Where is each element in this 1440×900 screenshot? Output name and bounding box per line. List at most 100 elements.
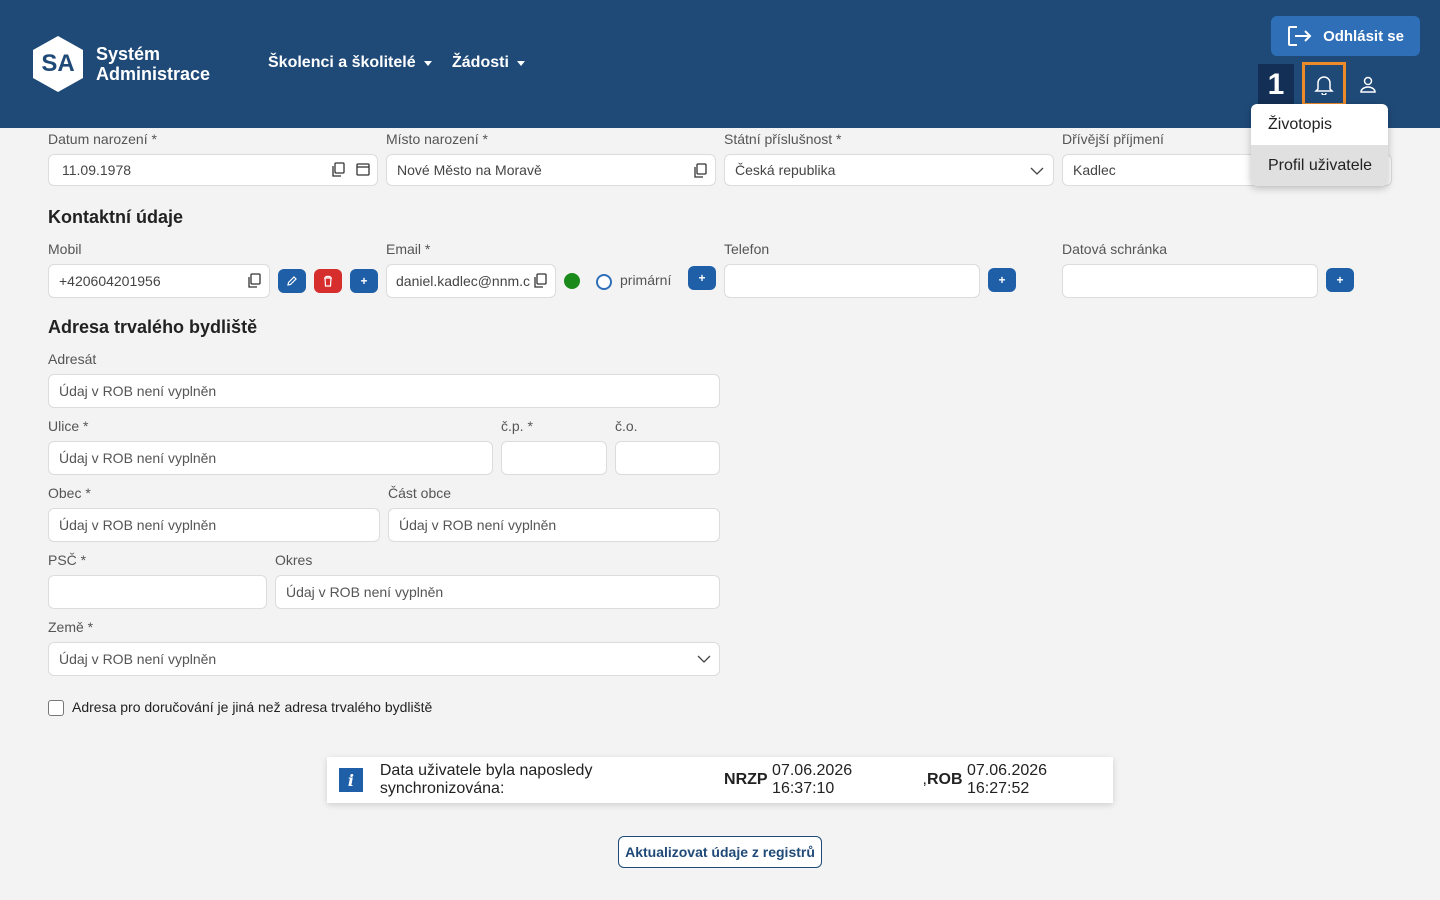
- citizenship-select[interactable]: Česká republika: [724, 154, 1054, 186]
- nav-requests-label: Žádosti: [452, 54, 509, 71]
- former-surname-value: Kadlec: [1073, 162, 1116, 178]
- app-logo[interactable]: SA: [33, 36, 83, 92]
- orientation-number-label: č.o.: [615, 418, 638, 434]
- address-section-title: Adresa trvalého bydliště: [48, 317, 258, 337]
- mobile-label: Mobil: [48, 241, 82, 257]
- addressee-placeholder: Údaj v ROB není vyplněn: [59, 383, 217, 399]
- chevron-down-icon: [1030, 167, 1044, 175]
- phone-field[interactable]: [724, 264, 980, 298]
- birth-place-field[interactable]: Nové Město na Moravě: [386, 154, 716, 186]
- city-part-placeholder: Údaj v ROB není vyplněn: [399, 517, 557, 533]
- primary-radio[interactable]: [596, 274, 612, 290]
- sync-rob-time: 07.06.2026 16:27:52: [966, 762, 1048, 797]
- plus-icon: +: [360, 274, 368, 288]
- menu-item-cv[interactable]: Životopis: [1251, 104, 1388, 145]
- country-placeholder: Údaj v ROB není vyplněn: [59, 651, 217, 667]
- sync-prefix: Data uživatele byla naposledy synchroniz…: [379, 762, 593, 797]
- district-field[interactable]: Údaj v ROB není vyplněn: [275, 575, 720, 609]
- phone-label: Telefon: [724, 241, 770, 257]
- birth-place-value: Nové Město na Moravě: [397, 162, 542, 178]
- birth-place-label: Místo narození *: [386, 131, 488, 147]
- city-field[interactable]: Údaj v ROB není vyplněn: [48, 508, 380, 542]
- zip-field[interactable]: [48, 575, 267, 609]
- info-icon: i: [339, 768, 363, 792]
- databox-label: Datová schránka: [1062, 241, 1168, 257]
- logout-label: Odhlásit se: [1323, 27, 1404, 45]
- bell-icon: [1314, 76, 1334, 95]
- sync-rob-label: ROB: [926, 771, 963, 788]
- country-label: Země *: [48, 619, 94, 635]
- notifications-button[interactable]: [1302, 62, 1346, 106]
- annotation-badge: 1: [1258, 64, 1294, 106]
- zip-label: PSČ *: [48, 552, 87, 568]
- nav-requests-menu[interactable]: Žádosti: [452, 54, 525, 72]
- copy-icon[interactable]: [247, 273, 261, 289]
- sync-nrzp-time: 07.06.2026 16:37:10: [772, 762, 853, 797]
- app-name-line2: Administrace: [96, 64, 211, 84]
- district-label: Okres: [275, 552, 313, 568]
- email-field[interactable]: daniel.kadlec@nnm.c: [386, 264, 556, 298]
- city-part-label: Část obce: [388, 485, 452, 501]
- caret-down-icon: [516, 60, 525, 66]
- mobile-field[interactable]: +420604201956: [48, 264, 270, 298]
- street-placeholder: Údaj v ROB není vyplněn: [59, 450, 217, 466]
- house-number-label: č.p. *: [501, 418, 533, 434]
- databox-field[interactable]: [1062, 264, 1318, 298]
- primary-label: primární: [620, 272, 672, 288]
- app-name: Systém Administrace: [96, 44, 210, 84]
- city-placeholder: Údaj v ROB není vyplněn: [59, 517, 217, 533]
- sync-info-box: i Data uživatele byla naposledy synchron…: [327, 757, 1113, 803]
- trash-icon: [324, 275, 332, 287]
- add-mobile-button[interactable]: +: [350, 269, 378, 293]
- nav-trainees-label: Školenci a školitelé: [268, 54, 416, 71]
- delete-mobile-button[interactable]: [314, 269, 342, 293]
- contact-section-title: Kontaktní údaje: [48, 207, 184, 227]
- nav-trainees-menu[interactable]: Školenci a školitelé: [268, 54, 432, 72]
- district-placeholder: Údaj v ROB není vyplněn: [286, 584, 444, 600]
- caret-down-icon: [423, 60, 432, 66]
- email-verified-status-dot: [564, 273, 580, 289]
- citizenship-value: Česká republika: [735, 162, 836, 178]
- user-menu-button[interactable]: [1356, 72, 1380, 96]
- country-select[interactable]: Údaj v ROB není vyplněn: [48, 642, 720, 676]
- street-label: Ulice *: [48, 418, 89, 434]
- email-value: daniel.kadlec@nnm.c: [396, 273, 531, 289]
- house-number-field[interactable]: [501, 441, 607, 475]
- birth-date-value: 11.09.1978: [62, 162, 132, 178]
- logo-abbr: SA: [41, 50, 75, 77]
- mobile-value: +420604201956: [59, 273, 161, 289]
- birth-date-label: Datum narození *: [48, 131, 157, 147]
- update-from-registers-button[interactable]: Aktualizovat údaje z registrů: [618, 836, 822, 868]
- orientation-number-field[interactable]: [615, 441, 720, 475]
- addressee-field[interactable]: Údaj v ROB není vyplněn: [48, 374, 720, 408]
- city-part-field[interactable]: Údaj v ROB není vyplněn: [388, 508, 720, 542]
- edit-mobile-button[interactable]: [278, 269, 306, 293]
- pencil-icon: [287, 276, 297, 286]
- plus-icon: +: [698, 271, 706, 285]
- add-phone-button[interactable]: +: [988, 268, 1016, 292]
- add-databox-button[interactable]: +: [1326, 268, 1354, 292]
- calendar-icon[interactable]: [356, 162, 370, 176]
- delivery-address-checkbox-label: Adresa pro doručování je jiná než adresa…: [72, 699, 433, 715]
- city-label: Obec *: [48, 485, 91, 501]
- email-label: Email *: [386, 241, 431, 257]
- chevron-down-icon: [697, 655, 711, 663]
- copy-icon[interactable]: [693, 163, 707, 179]
- street-field[interactable]: Údaj v ROB není vyplněn: [48, 441, 493, 475]
- plus-icon: +: [998, 273, 1006, 287]
- app-header: SA Systém Administrace Školenci a školit…: [0, 0, 1440, 128]
- former-surname-label: Dřívější příjmení: [1062, 131, 1164, 147]
- citizenship-label: Státní příslušnost *: [724, 131, 842, 147]
- add-email-button[interactable]: +: [688, 266, 716, 290]
- update-from-registers-label: Aktualizovat údaje z registrů: [625, 844, 815, 860]
- copy-icon[interactable]: [331, 162, 345, 178]
- delivery-address-checkbox[interactable]: [48, 700, 64, 716]
- copy-icon[interactable]: [533, 273, 547, 289]
- logout-button[interactable]: Odhlásit se: [1271, 16, 1420, 56]
- plus-icon: +: [1336, 273, 1344, 287]
- menu-item-user-profile[interactable]: Profil uživatele: [1251, 145, 1388, 186]
- sync-nrzp-label: NRZP: [724, 771, 768, 788]
- logout-icon: [1288, 26, 1312, 46]
- app-name-line1: Systém: [96, 44, 161, 64]
- birth-date-field[interactable]: 11.09.1978: [48, 154, 378, 186]
